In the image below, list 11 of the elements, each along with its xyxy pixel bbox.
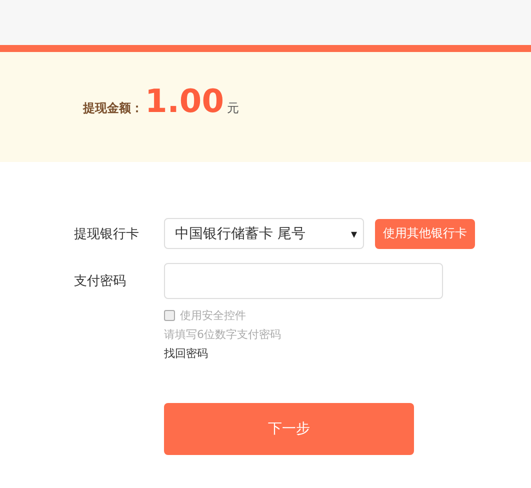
- card-label: 提现银行卡: [74, 226, 140, 242]
- bank-card-select[interactable]: 中国银行储蓄卡 尾号 ▾: [164, 218, 364, 249]
- amount-unit: 元: [226, 100, 239, 117]
- password-label: 支付密码: [74, 273, 127, 290]
- amount-label: 提现金额：: [83, 100, 143, 117]
- password-field[interactable]: [164, 263, 443, 299]
- password-hint: 请填写6位数字支付密码: [164, 327, 282, 342]
- security-control-label: 使用安全控件: [180, 308, 246, 323]
- recover-password-link[interactable]: 找回密码: [164, 346, 208, 361]
- security-checkbox[interactable]: [164, 310, 175, 321]
- amount-value: 1.00: [145, 82, 224, 120]
